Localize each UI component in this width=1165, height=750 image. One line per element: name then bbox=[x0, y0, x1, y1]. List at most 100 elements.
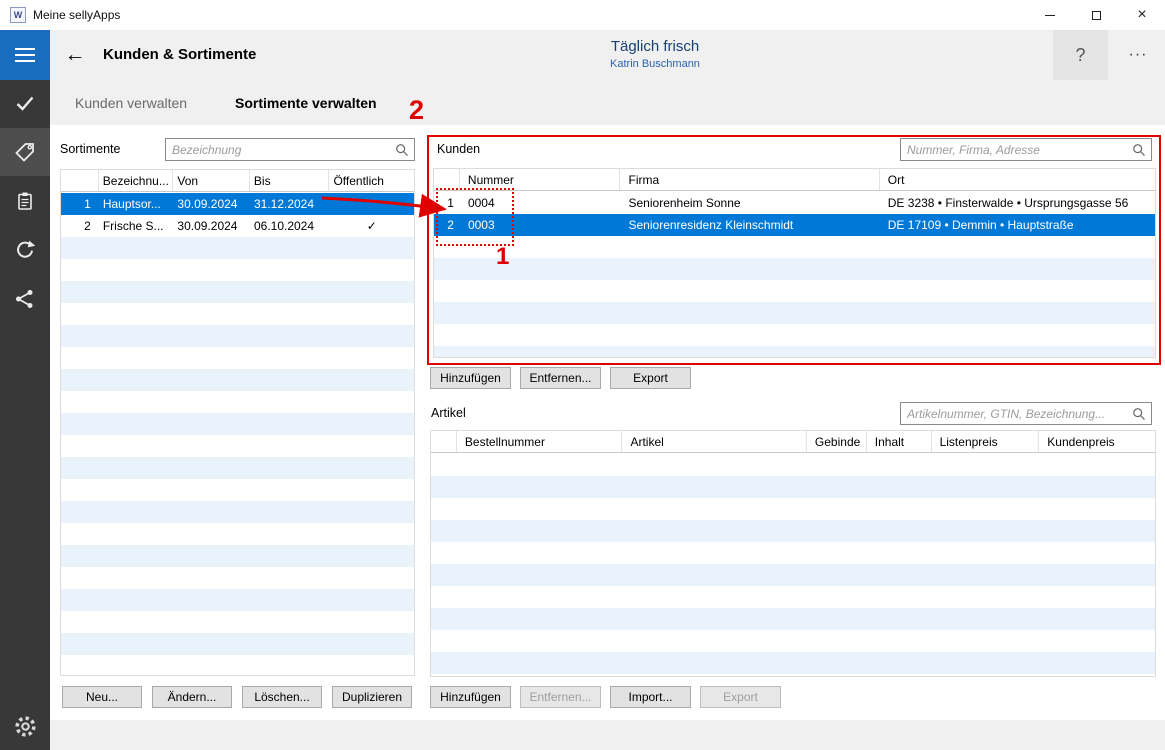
artikel-entfernen-button: Entfernen... bbox=[520, 686, 601, 708]
kunden-table: Nummer Firma Ort 1 0004 Seniorenheim Son… bbox=[433, 168, 1156, 358]
kunden-search-input[interactable] bbox=[901, 139, 1151, 160]
column-header-gebinde[interactable]: Gebinde bbox=[807, 431, 867, 452]
status-strip bbox=[50, 720, 1165, 750]
check-icon bbox=[13, 91, 37, 115]
row-number: 2 bbox=[434, 218, 460, 232]
sortimente-section-label: Sortimente bbox=[60, 142, 120, 156]
kunden-row[interactable]: 1 0004 Seniorenheim Sonne DE 3238 • Fins… bbox=[434, 192, 1155, 214]
hamburger-menu-button[interactable] bbox=[0, 30, 50, 80]
minimize-icon bbox=[1045, 15, 1055, 16]
tab-bar bbox=[50, 80, 1165, 125]
page-title: Kunden & Sortimente bbox=[103, 46, 256, 63]
sortimente-row[interactable]: 1 Hauptsor... 30.09.2024 31.12.2024 bbox=[61, 193, 414, 215]
search-icon[interactable] bbox=[1132, 407, 1146, 426]
artikel-table-header: Bestellnummer Artikel Gebinde Inhalt Lis… bbox=[431, 431, 1155, 453]
artikel-table-body bbox=[431, 454, 1155, 676]
kunden-row[interactable]: 2 0003 Seniorenresidenz Kleinschmidt DE … bbox=[434, 214, 1155, 236]
column-header-rownum bbox=[61, 170, 99, 191]
aendern-button[interactable]: Ändern... bbox=[152, 686, 232, 708]
column-header-inhalt[interactable]: Inhalt bbox=[867, 431, 932, 452]
cell-firma: Seniorenresidenz Kleinschmidt bbox=[621, 218, 880, 232]
sidebar bbox=[0, 30, 50, 750]
titlebar: W Meine sellyApps × bbox=[0, 0, 1165, 30]
kunden-export-button[interactable]: Export bbox=[610, 367, 691, 389]
tag-icon bbox=[13, 140, 37, 164]
column-header-von[interactable]: Von bbox=[173, 170, 250, 191]
cell-von: 30.09.2024 bbox=[173, 219, 250, 233]
artikel-export-button: Export bbox=[700, 686, 781, 708]
column-header-oeffentlich[interactable]: Öffentlich bbox=[329, 170, 414, 191]
gear-icon bbox=[13, 714, 38, 739]
app-window: W Meine sellyApps × bbox=[0, 0, 1165, 750]
search-icon[interactable] bbox=[1132, 143, 1146, 162]
share-icon bbox=[13, 287, 37, 311]
cell-von: 30.09.2024 bbox=[173, 197, 250, 211]
hamburger-icon bbox=[15, 48, 35, 50]
kunden-entfernen-button[interactable]: Entfernen... bbox=[520, 367, 601, 389]
tab-kunden-verwalten[interactable]: Kunden verwalten bbox=[75, 80, 187, 125]
column-header-kundenpreis[interactable]: Kundenpreis bbox=[1039, 431, 1155, 452]
duplizieren-button[interactable]: Duplizieren bbox=[332, 686, 412, 708]
company-name: Täglich frisch bbox=[555, 38, 755, 55]
cell-firma: Seniorenheim Sonne bbox=[621, 196, 880, 210]
minimize-button[interactable] bbox=[1027, 0, 1073, 30]
sortimente-table-header: Bezeichnu... Von Bis Öffentlich bbox=[61, 170, 414, 192]
kunden-hinzufuegen-button[interactable]: Hinzufügen bbox=[430, 367, 511, 389]
sidebar-item-sync[interactable] bbox=[0, 226, 50, 274]
artikel-section-label: Artikel bbox=[431, 406, 466, 420]
artikel-search bbox=[900, 402, 1152, 425]
user-name: Katrin Buschmann bbox=[555, 58, 755, 70]
context-header: Täglich frisch Katrin Buschmann bbox=[555, 38, 755, 70]
kunden-table-body: 1 0004 Seniorenheim Sonne DE 3238 • Fins… bbox=[434, 192, 1155, 357]
sortimente-row[interactable]: 2 Frische S... 30.09.2024 06.10.2024 ✓ bbox=[61, 215, 414, 237]
column-header-bezeichnung[interactable]: Bezeichnu... bbox=[99, 170, 174, 191]
sidebar-item-sortimente[interactable] bbox=[0, 128, 50, 176]
neu-button[interactable]: Neu... bbox=[62, 686, 142, 708]
kunden-search bbox=[900, 138, 1152, 161]
cell-bis: 06.10.2024 bbox=[250, 219, 330, 233]
column-header-ort[interactable]: Ort bbox=[880, 169, 1155, 190]
artikel-search-input[interactable] bbox=[901, 403, 1151, 424]
window-title: Meine sellyApps bbox=[33, 8, 120, 22]
column-header-firma[interactable]: Firma bbox=[620, 169, 879, 190]
sortimente-search-input[interactable] bbox=[166, 139, 414, 160]
back-icon: ← bbox=[65, 43, 86, 67]
close-button[interactable]: × bbox=[1119, 0, 1165, 30]
artikel-import-button[interactable]: Import... bbox=[610, 686, 691, 708]
column-header-listenpreis[interactable]: Listenpreis bbox=[932, 431, 1040, 452]
row-number: 1 bbox=[434, 196, 460, 210]
column-header-artikel[interactable]: Artikel bbox=[622, 431, 806, 452]
checkmark-icon: ✓ bbox=[330, 219, 415, 233]
artikel-table: Bestellnummer Artikel Gebinde Inhalt Lis… bbox=[430, 430, 1156, 677]
sync-icon bbox=[13, 238, 37, 262]
cell-bezeichnung: Hauptsor... bbox=[99, 197, 174, 211]
sidebar-item-tasks[interactable] bbox=[0, 79, 50, 127]
cell-ort: DE 3238 • Finsterwalde • Ursprungsgasse … bbox=[880, 196, 1155, 210]
row-number: 2 bbox=[61, 219, 99, 233]
cell-ort: DE 17109 • Demmin • Hauptstraße bbox=[880, 218, 1155, 232]
column-header-nummer[interactable]: Nummer bbox=[460, 169, 621, 190]
kunden-table-header: Nummer Firma Ort bbox=[434, 169, 1155, 191]
loeschen-button[interactable]: Löschen... bbox=[242, 686, 322, 708]
clipboard-icon bbox=[13, 189, 37, 213]
cell-bis: 31.12.2024 bbox=[250, 197, 330, 211]
cell-nummer: 0004 bbox=[460, 196, 621, 210]
more-button[interactable]: ··· bbox=[1118, 30, 1158, 80]
help-icon: ? bbox=[1075, 45, 1085, 66]
close-icon: × bbox=[1137, 6, 1146, 24]
sortimente-table-body: 1 Hauptsor... 30.09.2024 31.12.2024 2 Fr… bbox=[61, 193, 414, 675]
search-icon[interactable] bbox=[395, 143, 409, 162]
column-header-bis[interactable]: Bis bbox=[250, 170, 330, 191]
column-header-rownum bbox=[434, 169, 460, 190]
artikel-hinzufuegen-button[interactable]: Hinzufügen bbox=[430, 686, 511, 708]
help-button[interactable]: ? bbox=[1053, 30, 1108, 80]
sidebar-item-orders[interactable] bbox=[0, 177, 50, 225]
sidebar-item-network[interactable] bbox=[0, 275, 50, 323]
maximize-button[interactable] bbox=[1073, 0, 1119, 30]
sidebar-item-settings[interactable] bbox=[0, 704, 50, 748]
cell-bezeichnung: Frische S... bbox=[99, 219, 174, 233]
back-button[interactable]: ← bbox=[58, 30, 92, 80]
column-header-bestellnummer[interactable]: Bestellnummer bbox=[457, 431, 623, 452]
tab-sortimente-verwalten[interactable]: Sortimente verwalten bbox=[235, 80, 377, 125]
app-icon: W bbox=[10, 7, 26, 23]
